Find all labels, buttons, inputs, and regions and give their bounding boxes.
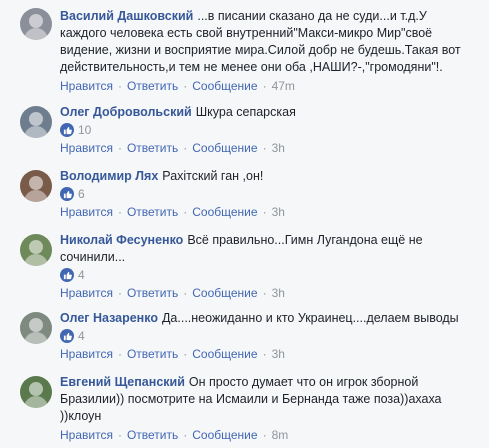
separator: · [183, 346, 188, 361]
reaction-count: 10 [78, 123, 92, 137]
comment-text: Олег Добровольский Шкура сепарская [60, 104, 478, 121]
comment-text-line: Шкура сепарская [195, 105, 296, 119]
comment-author[interactable]: Володимир Лях [60, 169, 158, 183]
comment-text: Володимир Лях Рахітский ган ,он! [60, 168, 478, 185]
reply-link[interactable]: Ответить [127, 205, 178, 219]
comment-text-line: сочинили... [60, 250, 126, 264]
comment-text-line: действительность,и тем не менее они оба … [60, 60, 443, 74]
comment-text-line: Он просто думает что он игрок зборной [188, 375, 419, 389]
separator: · [262, 427, 267, 442]
avatar[interactable] [20, 170, 52, 202]
comment-actions: Нравится · Ответить · Сообщение · 47m [60, 77, 478, 94]
thumbs-up-icon [60, 123, 74, 137]
separator: · [117, 78, 122, 93]
separator: · [117, 427, 122, 442]
reply-link[interactable]: Ответить [127, 347, 178, 361]
comment-text: Евгений Щепанский Он просто думает что он… [60, 374, 478, 425]
separator: · [183, 78, 188, 93]
like-link[interactable]: Нравится [60, 141, 113, 155]
like-link[interactable]: Нравится [60, 347, 113, 361]
reaction-count: 6 [78, 187, 85, 201]
comment-text-line: Да....неожиданно и кто Украинец....делае… [161, 311, 459, 325]
comment-text-line: Рахітский ган ,он! [162, 169, 264, 183]
comment-text: Николай Фесуненко Всё правильно...Гимн Лу… [60, 232, 478, 266]
separator: · [262, 78, 267, 93]
like-link[interactable]: Нравится [60, 205, 113, 219]
message-link[interactable]: Сообщение [192, 347, 257, 361]
comment-author[interactable]: Олег Добровольский [60, 105, 192, 119]
reaction-count: 4 [78, 329, 85, 343]
separator: · [117, 346, 122, 361]
reply-link[interactable]: Ответить [127, 79, 178, 93]
reaction-summary[interactable]: 4 [60, 328, 478, 344]
separator: · [183, 204, 188, 219]
comment-text-line: видение, жизни и восприятие мира.Силой д… [60, 43, 461, 57]
timestamp[interactable]: 3h [272, 286, 285, 300]
separator: · [117, 204, 122, 219]
separator: · [262, 346, 267, 361]
comment-author[interactable]: Василий Дашковский [60, 9, 193, 23]
thumbs-up-icon [60, 187, 74, 201]
separator: · [262, 204, 267, 219]
timestamp[interactable]: 8m [272, 428, 289, 442]
message-link[interactable]: Сообщение [192, 79, 257, 93]
comment-author[interactable]: Николай Фесуненко [60, 233, 183, 247]
comment-actions: Нравится · Ответить · Сообщение · 3h [60, 139, 478, 156]
timestamp[interactable]: 47m [272, 79, 295, 93]
reply-link[interactable]: Ответить [127, 428, 178, 442]
reaction-summary[interactable]: 10 [60, 122, 478, 138]
avatar[interactable] [20, 234, 52, 266]
comment-actions: Нравится · Ответить · Сообщение · 3h [60, 284, 478, 301]
comment-text-line: ))клоун [60, 409, 102, 423]
message-link[interactable]: Сообщение [192, 428, 257, 442]
timestamp[interactable]: 3h [272, 205, 285, 219]
avatar[interactable] [20, 106, 52, 138]
thumbs-up-icon [60, 268, 74, 282]
like-link[interactable]: Нравится [60, 79, 113, 93]
separator: · [262, 285, 267, 300]
reaction-summary[interactable]: 6 [60, 186, 478, 202]
timestamp[interactable]: 3h [272, 347, 285, 361]
separator: · [183, 427, 188, 442]
timestamp[interactable]: 3h [272, 141, 285, 155]
comment-author[interactable]: Олег Назаренко [60, 311, 158, 325]
comment-actions: Нравится · Ответить · Сообщение · 3h [60, 345, 478, 362]
comment-text-line: Бразилии)) посмотрите на Исмаили и Берна… [60, 392, 442, 406]
comment-text: Олег Назаренко Да....неожиданно и кто Укр… [60, 310, 478, 327]
reply-link[interactable]: Ответить [127, 141, 178, 155]
message-link[interactable]: Сообщение [192, 205, 257, 219]
thumbs-up-icon [60, 329, 74, 343]
comment-author[interactable]: Евгений Щепанский [60, 375, 185, 389]
comments-feed: Василий Дашковский ...в писании сказано д… [0, 0, 489, 448]
comment-actions: Нравится · Ответить · Сообщение · 8m [60, 426, 478, 443]
reply-link[interactable]: Ответить [127, 286, 178, 300]
avatar[interactable] [20, 8, 52, 40]
reaction-count: 4 [78, 268, 85, 282]
reaction-summary[interactable]: 4 [60, 267, 478, 283]
like-link[interactable]: Нравится [60, 286, 113, 300]
message-link[interactable]: Сообщение [192, 286, 257, 300]
separator: · [117, 140, 122, 155]
like-link[interactable]: Нравится [60, 428, 113, 442]
avatar[interactable] [20, 312, 52, 344]
separator: · [183, 285, 188, 300]
separator: · [262, 140, 267, 155]
comment-actions: Нравится · Ответить · Сообщение · 3h [60, 203, 478, 220]
comment-text-line: Всё правильно...Гимн Лугандона ещё не [187, 233, 423, 247]
separator: · [117, 285, 122, 300]
comment-text-line: каждого человека есть свой внутренний"Ма… [60, 26, 433, 40]
separator: · [183, 140, 188, 155]
comment-text-line: ...в писании сказано да не суди...и т.д.… [197, 9, 427, 23]
avatar[interactable] [20, 376, 52, 408]
message-link[interactable]: Сообщение [192, 141, 257, 155]
comment-text: Василий Дашковский ...в писании сказано д… [60, 8, 478, 76]
